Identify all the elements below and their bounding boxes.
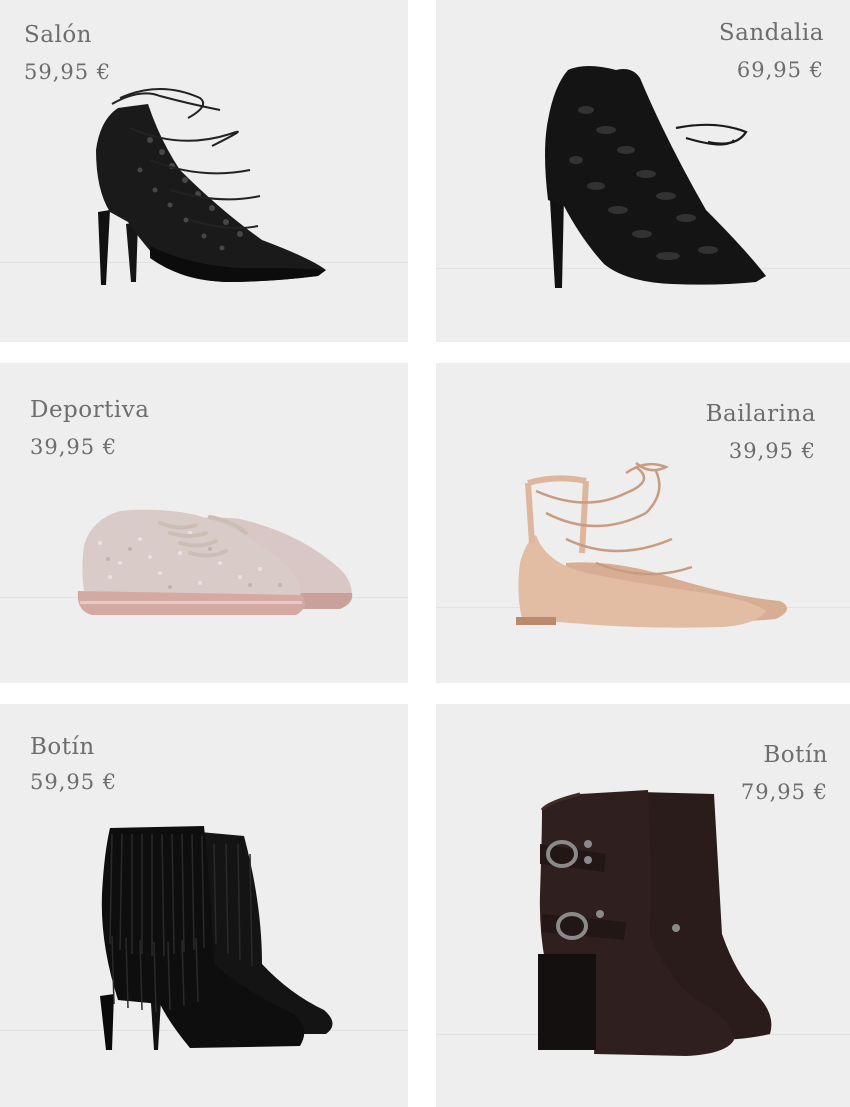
product-card-deportiva[interactable]: Deportiva 39,95 € — [0, 363, 408, 683]
nude-lace-up-ballerina-flat-image[interactable] — [436, 363, 850, 683]
black-lace-up-pump-shoe-image[interactable] — [0, 0, 408, 342]
black-cutout-lace-up-sandal-image[interactable] — [436, 0, 850, 342]
product-card-botin-fringe[interactable]: Botín 59,95 € — [0, 704, 408, 1107]
pink-glitter-sneaker-image[interactable] — [0, 363, 408, 683]
black-fringe-ankle-boot-image[interactable] — [0, 704, 408, 1107]
brown-leather-buckle-boot-image[interactable] — [436, 704, 850, 1107]
product-card-botin-leather[interactable]: Botín 79,95 € — [436, 704, 850, 1107]
product-card-sandalia[interactable]: Sandalia 69,95 € — [436, 0, 850, 342]
product-card-salon[interactable]: Salón 59,95 € — [0, 0, 408, 342]
product-card-bailarina[interactable]: Bailarina 39,95 € — [436, 363, 850, 683]
